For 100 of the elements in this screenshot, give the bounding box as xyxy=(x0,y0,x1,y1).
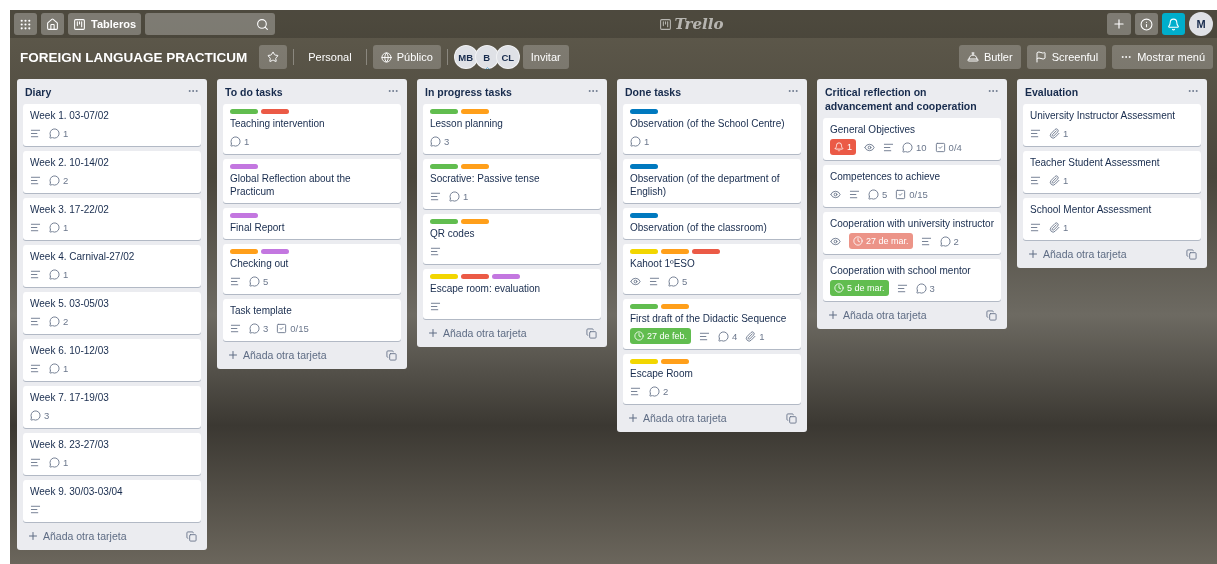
list-title[interactable]: In progress tasks xyxy=(425,85,512,99)
card[interactable]: Week 3. 17-22/02 1 xyxy=(23,198,201,240)
card-title: Teaching intervention xyxy=(230,117,326,130)
card[interactable]: Escape room: evaluation xyxy=(423,269,601,319)
comments-count: 1 xyxy=(244,135,250,147)
card-title: First draft of the Didactic Sequence xyxy=(630,312,788,325)
list-title[interactable]: Evaluation xyxy=(1025,85,1079,99)
card[interactable]: Observation (of the School Centre) 1 xyxy=(623,104,801,154)
card-title: Lesson planning xyxy=(430,117,504,130)
card[interactable]: Observation (of the department of English) xyxy=(623,159,801,203)
description-icon xyxy=(30,503,41,515)
card[interactable]: Week 7. 17-19/03 3 xyxy=(23,386,201,428)
card[interactable]: Global Reflection about the Practicum xyxy=(223,159,401,203)
clock-icon xyxy=(853,236,863,246)
add-card-button[interactable]: Añada otra tarjeta xyxy=(827,309,927,321)
board-icon xyxy=(73,17,86,31)
template-icon[interactable] xyxy=(1186,248,1197,260)
member-avatar[interactable]: CL xyxy=(495,45,520,69)
star-button[interactable] xyxy=(259,45,288,69)
list-title[interactable]: Diary xyxy=(25,85,52,99)
board-title[interactable]: FOREIGN LANGUAGE PRACTICUM xyxy=(20,49,248,65)
card[interactable]: Week 6. 10-12/03 1 xyxy=(23,339,201,381)
home-button[interactable] xyxy=(41,13,64,35)
card-title: Observation (of the classroom) xyxy=(630,221,768,234)
bell-icon xyxy=(1167,17,1180,31)
card[interactable]: Week 5. 03-05/03 2 xyxy=(23,292,201,334)
add-card-button[interactable]: Añada otra tarjeta xyxy=(27,530,127,542)
apps-button[interactable] xyxy=(14,13,37,35)
add-card-button[interactable]: Añada otra tarjeta xyxy=(427,327,527,339)
card[interactable]: Week 9. 30/03-03/04 xyxy=(23,480,201,522)
template-icon[interactable] xyxy=(386,349,397,361)
comment-icon xyxy=(249,322,260,334)
add-card-button[interactable]: Añada otra tarjeta xyxy=(1027,248,1127,260)
description-icon xyxy=(30,268,41,280)
card[interactable]: Lesson planning 3 xyxy=(423,104,601,154)
member-avatar[interactable]: MB xyxy=(453,45,478,69)
card[interactable]: Socrative: Passive tense 1 xyxy=(423,159,601,209)
account-avatar[interactable]: M xyxy=(1189,12,1213,36)
powerup-button[interactable]: Screenful xyxy=(1026,45,1107,69)
card-title: General Objectives xyxy=(830,123,917,136)
template-icon[interactable] xyxy=(786,412,797,424)
clock-icon xyxy=(834,283,844,293)
card[interactable]: School Mentor Assessment 1 xyxy=(1023,198,1201,240)
card[interactable]: Cooperation with university instructor 27 de mar. 2 xyxy=(823,212,1001,254)
template-icon[interactable] xyxy=(586,327,597,339)
comments-count: 1 xyxy=(463,190,469,202)
butler-button[interactable]: Butler xyxy=(958,45,1021,69)
invite-button[interactable]: Invitar xyxy=(522,45,569,69)
list-title[interactable]: Critical reflection on advancement and cooperation xyxy=(825,85,987,113)
card[interactable]: General Objectives 1 10 0/4 xyxy=(823,118,1001,160)
card[interactable]: Task template 3 0/15 xyxy=(223,299,401,341)
list-title[interactable]: To do tasks xyxy=(225,85,283,99)
card[interactable]: Escape Room 2 xyxy=(623,354,801,404)
comments-count: 2 xyxy=(953,235,959,247)
add-card-button[interactable]: Añada otra tarjeta xyxy=(227,349,327,361)
card-title: Cooperation with school mentor xyxy=(830,264,972,277)
comment-icon xyxy=(49,221,60,233)
logo[interactable]: Trello xyxy=(658,15,724,33)
member-avatar[interactable]: B xyxy=(474,45,499,69)
info-button[interactable] xyxy=(1135,13,1158,35)
card[interactable]: Teaching intervention 1 xyxy=(223,104,401,154)
card-title: Week 7. 17-19/03 xyxy=(30,391,110,404)
comment-icon xyxy=(49,315,60,327)
comments-count: 1 xyxy=(63,268,69,280)
card[interactable]: First draft of the Didactic Sequence 27 de feb. 4 1 xyxy=(623,299,801,349)
card[interactable]: Observation (of the classroom) xyxy=(623,208,801,239)
comment-icon xyxy=(718,330,730,342)
boards-button[interactable]: Tableros xyxy=(68,13,142,35)
template-icon[interactable] xyxy=(186,530,197,542)
card[interactable]: Week 8. 23-27/03 1 xyxy=(23,433,201,475)
description-icon xyxy=(30,456,41,468)
eye-icon xyxy=(830,188,841,200)
card[interactable]: QR codes xyxy=(423,214,601,264)
card[interactable]: Checking out 5 xyxy=(223,244,401,294)
card-title: School Mentor Assessment xyxy=(1030,203,1153,216)
add-card-button[interactable]: Añada otra tarjeta xyxy=(627,412,727,424)
card[interactable]: Competences to achieve 5 0/15 xyxy=(823,165,1001,207)
template-icon[interactable] xyxy=(986,309,997,321)
add-button[interactable] xyxy=(1107,13,1131,35)
card[interactable]: Kahoot 1ºESO 5 xyxy=(623,244,801,294)
menu-button[interactable]: Mostrar menú xyxy=(1112,45,1213,69)
card[interactable]: Cooperation with school mentor 5 de mar. 3 xyxy=(823,259,1001,301)
card[interactable]: Final Report xyxy=(223,208,401,239)
visibility-button[interactable]: Público xyxy=(372,45,441,69)
description-icon xyxy=(30,221,41,233)
team-button[interactable]: Personal xyxy=(300,45,360,69)
list-title[interactable]: Done tasks xyxy=(625,85,682,99)
search-field[interactable] xyxy=(145,13,276,35)
home-icon xyxy=(46,17,59,31)
card-title: Escape Room xyxy=(630,367,694,380)
card[interactable]: Week 4. Carnival-27/02 1 xyxy=(23,245,201,287)
notifications-button[interactable] xyxy=(1162,13,1185,35)
card[interactable]: Week 2. 10-14/02 2 xyxy=(23,151,201,193)
comment-icon xyxy=(668,275,679,287)
comment-icon xyxy=(939,235,951,247)
clock-icon xyxy=(634,331,644,341)
comment-icon xyxy=(230,135,241,147)
card[interactable]: University Instructor Assessment 1 xyxy=(1023,104,1201,146)
card[interactable]: Week 1. 03-07/02 1 xyxy=(23,104,201,146)
card[interactable]: Teacher Student Assessment 1 xyxy=(1023,151,1201,193)
